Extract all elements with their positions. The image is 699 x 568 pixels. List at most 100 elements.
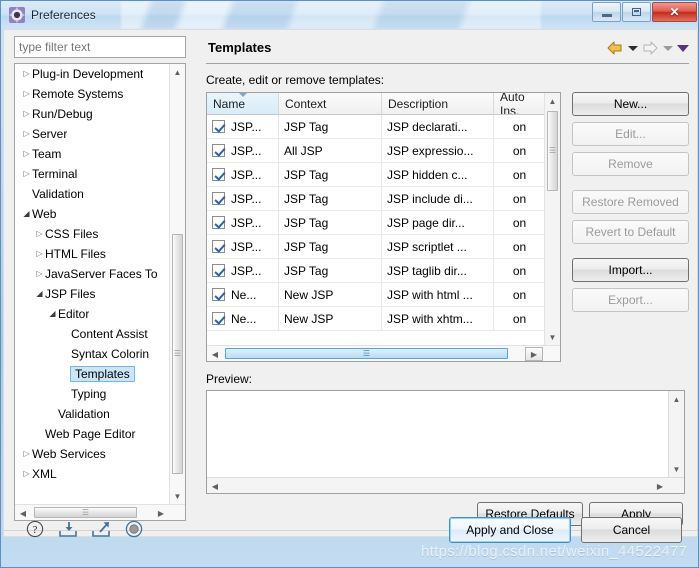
table-scroll-up-arrow[interactable]: ▲ [545, 93, 560, 109]
expand-arrow-closed-icon[interactable]: ▷ [21, 130, 32, 138]
sidebar-item-javaserver-faces-to[interactable]: ▷ JavaServer Faces To [15, 264, 171, 284]
filter-input[interactable]: type filter text [14, 36, 186, 58]
sidebar-item-team[interactable]: ▷ Team [15, 144, 171, 164]
minimize-button[interactable] [592, 2, 621, 22]
sidebar-item-plug-in-development[interactable]: ▷ Plug-in Development [15, 64, 171, 84]
sidebar-item-run-debug[interactable]: ▷ Run/Debug [15, 104, 171, 124]
back-arrow-icon[interactable] [605, 39, 625, 57]
sidebar-item-web-services[interactable]: ▷ Web Services [15, 444, 171, 464]
tree-vertical-scrollbar[interactable]: ▲ ☰ ▼ [169, 64, 185, 504]
cell-auto-insert: on [494, 307, 546, 330]
table-row[interactable]: Ne... New JSP JSP with xhtm... on [207, 307, 560, 331]
table-horizontal-scrollbar[interactable]: ◀ ☰ ▶ [207, 345, 560, 361]
table-vertical-scrollbar[interactable]: ▲ ☰ ▼ [544, 93, 560, 345]
table-scroll-right-arrow[interactable]: ▶ [525, 347, 543, 361]
sidebar-item-syntax-colorin[interactable]: Syntax Colorin [15, 344, 171, 364]
apply-and-close-button[interactable]: Apply and Close [449, 517, 571, 543]
sidebar-item-xml[interactable]: ▷ XML [15, 464, 171, 484]
expand-arrow-closed-icon[interactable]: ▷ [34, 270, 45, 278]
table-header-description[interactable]: Description [382, 93, 494, 115]
table-row[interactable]: JSP... JSP Tag JSP hidden c... on [207, 163, 560, 187]
table-row[interactable]: JSP... JSP Tag JSP declarati... on [207, 115, 560, 139]
table-row[interactable]: JSP... All JSP JSP expressio... on [207, 139, 560, 163]
preview-vertical-scrollbar[interactable]: ▲ ▼ [668, 391, 684, 477]
table-scroll-thumb[interactable]: ☰ [547, 111, 558, 191]
tree-scroll-down-arrow[interactable]: ▼ [170, 488, 185, 504]
sidebar-item-editor[interactable]: ◢ Editor [15, 304, 171, 324]
sidebar-item-jsp-files[interactable]: ◢ JSP Files [15, 284, 171, 304]
table-header-context[interactable]: Context [279, 93, 382, 115]
import-button[interactable]: Import... [572, 258, 689, 282]
sidebar-item-terminal[interactable]: ▷ Terminal [15, 164, 171, 184]
tree-scroll-up-arrow[interactable]: ▲ [170, 64, 185, 80]
sidebar-item-typing[interactable]: Typing [15, 384, 171, 404]
expand-arrow-closed-icon[interactable]: ▷ [21, 90, 32, 98]
table-row[interactable]: JSP... JSP Tag JSP page dir... on [207, 211, 560, 235]
sidebar-item-html-files[interactable]: ▷ HTML Files [15, 244, 171, 264]
expand-arrow-closed-icon[interactable]: ▷ [21, 150, 32, 158]
expand-arrow-closed-icon[interactable]: ▷ [21, 110, 32, 118]
table-scroll-down-arrow[interactable]: ▼ [545, 329, 560, 345]
sidebar-item-web-page-editor[interactable]: Web Page Editor [15, 424, 171, 444]
cancel-button[interactable]: Cancel [581, 517, 682, 543]
remove-button: Remove [572, 152, 689, 176]
help-icon[interactable]: ? [25, 519, 45, 539]
preview-scroll-down-arrow[interactable]: ▼ [669, 461, 684, 477]
chevron-down-icon [627, 45, 638, 51]
close-button[interactable]: ✕ [652, 2, 697, 22]
expand-arrow-closed-icon[interactable]: ▷ [34, 230, 45, 238]
expand-arrow-closed-icon[interactable]: ▷ [21, 170, 32, 178]
preview-horizontal-scrollbar[interactable]: ◀ ▶ [207, 477, 684, 493]
row-checkbox[interactable] [212, 216, 225, 229]
expand-arrow-open-icon[interactable]: ◢ [21, 210, 32, 218]
preview-pane[interactable]: ▲ ▼ ◀ ▶ [206, 390, 685, 494]
expand-arrow-closed-icon[interactable]: ▷ [34, 250, 45, 258]
new-button[interactable]: New... [572, 92, 689, 116]
tree-scroll-thumb[interactable]: ☰ [172, 234, 183, 474]
table-row[interactable]: JSP... JSP Tag JSP taglib dir... on [207, 259, 560, 283]
expand-arrow-open-icon[interactable]: ◢ [34, 290, 45, 298]
sidebar-item-server[interactable]: ▷ Server [15, 124, 171, 144]
sidebar-item-web[interactable]: ◢ Web [15, 204, 171, 224]
sidebar-item-css-files[interactable]: ▷ CSS Files [15, 224, 171, 244]
table-row[interactable]: JSP... JSP Tag JSP include di... on [207, 187, 560, 211]
preview-scroll-up-arrow[interactable]: ▲ [669, 391, 684, 407]
sidebar-item-templates[interactable]: Templates [15, 364, 171, 384]
row-checkbox[interactable] [212, 120, 225, 133]
tree-hscroll-thumb[interactable]: ☰ [34, 507, 137, 518]
record-icon[interactable] [124, 519, 144, 539]
row-checkbox[interactable] [212, 240, 225, 253]
row-checkbox[interactable] [212, 192, 225, 205]
sidebar-item-validation[interactable]: Validation [15, 404, 171, 424]
sidebar-item-remote-systems[interactable]: ▷ Remote Systems [15, 84, 171, 104]
table-header-auto-ins[interactable]: Auto Ins. [494, 93, 546, 115]
view-menu-dropdown-icon[interactable] [675, 39, 691, 57]
table-row[interactable]: JSP... JSP Tag JSP scriptlet ... on [207, 235, 560, 259]
preview-scroll-right-arrow[interactable]: ▶ [652, 478, 668, 493]
table-scroll-left-arrow[interactable]: ◀ [207, 346, 223, 361]
expand-arrow-closed-icon[interactable]: ▷ [21, 470, 32, 478]
row-checkbox[interactable] [212, 288, 225, 301]
restore-button[interactable] [622, 2, 651, 22]
back-dropdown-icon[interactable] [626, 39, 639, 57]
table-header-label: Context [285, 96, 327, 111]
table-row[interactable]: Ne... New JSP JSP with html ... on [207, 283, 560, 307]
row-checkbox[interactable] [212, 264, 225, 277]
expand-arrow-closed-icon[interactable]: ▷ [21, 450, 32, 458]
preferences-tree[interactable]: ▷ Plug-in Development ▷ Remote Systems ▷ Run/… [14, 63, 186, 521]
tree-horizontal-scrollbar[interactable]: ◀ ☰ ▶ [15, 504, 185, 520]
row-checkbox[interactable] [212, 168, 225, 181]
preview-scroll-left-arrow[interactable]: ◀ [207, 478, 223, 493]
table-header-name[interactable]: Name [207, 93, 279, 115]
sidebar-item-content-assist[interactable]: Content Assist [15, 324, 171, 344]
expand-arrow-open-icon[interactable]: ◢ [47, 310, 58, 318]
sidebar-item-validation[interactable]: Validation [15, 184, 171, 204]
export-preferences-icon[interactable] [91, 519, 111, 539]
row-checkbox[interactable] [212, 144, 225, 157]
tree-scroll-right-arrow[interactable]: ▶ [153, 505, 169, 520]
templates-table[interactable]: Name Context Description Auto Ins. JSP... JS… [206, 92, 561, 362]
row-checkbox[interactable] [212, 312, 225, 325]
expand-arrow-closed-icon[interactable]: ▷ [21, 70, 32, 78]
import-preferences-icon[interactable] [58, 519, 78, 539]
table-hscroll-thumb[interactable]: ☰ [225, 348, 508, 359]
